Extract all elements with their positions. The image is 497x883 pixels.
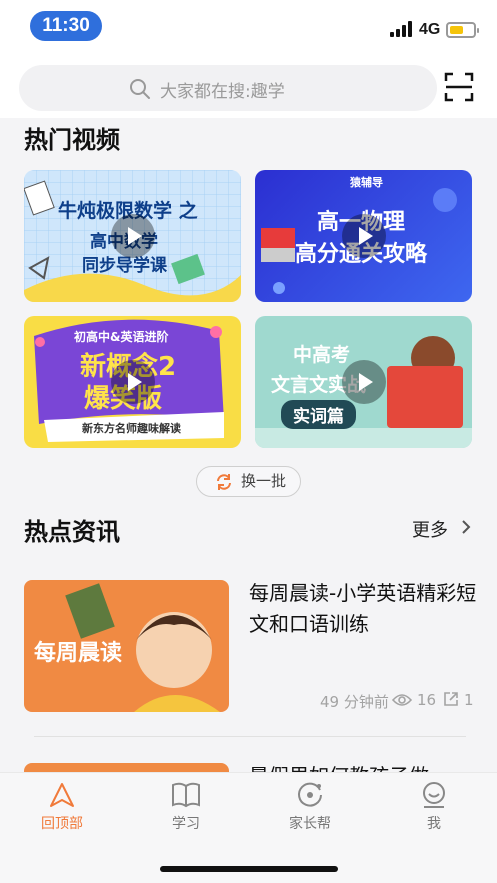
signal-icon xyxy=(390,21,412,37)
book-icon xyxy=(172,782,200,808)
search-header: 大家都在搜:趣学 xyxy=(0,52,497,118)
video-card-math[interactable]: 牛炖极限数学 之 高中数学 同步导学课 xyxy=(24,170,241,302)
network-type: 4G xyxy=(419,21,441,38)
play-icon xyxy=(111,360,155,404)
news-views: 16 xyxy=(417,691,437,709)
refresh-icon xyxy=(217,474,231,490)
share-icon[interactable] xyxy=(443,691,459,707)
divider xyxy=(34,736,466,737)
card-line1: 中高考 xyxy=(293,344,351,366)
tab-label: 回顶部 xyxy=(41,816,83,832)
community-icon xyxy=(298,782,322,807)
tab-label: 家长帮 xyxy=(289,816,331,832)
video-card-english[interactable]: 初高中&英语进阶 新概念2 爆笑版 新东方名师趣味解读 xyxy=(24,316,241,448)
brand-label: 猿辅导 xyxy=(350,176,383,189)
news-shares: 1 xyxy=(464,691,474,709)
tab-label: 学习 xyxy=(172,816,200,832)
clock: 11:30 xyxy=(30,11,102,41)
news-thumbnail[interactable] xyxy=(24,763,229,772)
section-title-hot-videos: 热门视频 xyxy=(24,126,120,154)
tab-parents[interactable]: 家长帮 xyxy=(270,781,350,833)
tag-label: 初高中&英语进阶 xyxy=(74,330,169,344)
profile-icon xyxy=(423,782,445,808)
home-indicator xyxy=(160,866,338,872)
status-bar: 11:30 4G xyxy=(0,0,497,52)
refresh-button[interactable]: 换一批 xyxy=(196,466,301,497)
chevron-right-icon[interactable] xyxy=(460,519,472,535)
news-time: 49 分钟前 xyxy=(320,693,389,711)
card-footer: 新东方名师趣味解读 xyxy=(82,422,181,435)
tab-back-to-top[interactable]: 回顶部 xyxy=(22,781,102,833)
section-title-hot-news: 热点资讯 xyxy=(24,518,120,546)
battery-icon xyxy=(446,22,479,38)
video-card-physics[interactable]: 猿辅导 高一物理 高分通关攻略 xyxy=(255,170,472,302)
search-icon xyxy=(130,79,150,99)
refresh-label: 换一批 xyxy=(241,472,287,490)
news-title[interactable]: 每周晨读-小学英语精彩短文和口语训练 xyxy=(249,578,477,640)
search-placeholder: 大家都在搜:趣学 xyxy=(160,82,285,102)
news-title[interactable]: 暑假里如何教孩子做 xyxy=(249,760,429,772)
tab-label: 我 xyxy=(427,816,441,832)
tab-me[interactable]: 我 xyxy=(394,781,474,833)
more-link[interactable]: 更多 xyxy=(412,516,448,542)
thumbnail-text: 每周晨读 xyxy=(34,641,123,666)
eye-icon xyxy=(392,694,412,706)
tab-study[interactable]: 学习 xyxy=(146,781,226,833)
scan-icon[interactable] xyxy=(444,72,474,102)
navigation-arrow-icon xyxy=(50,783,74,807)
play-icon xyxy=(342,360,386,404)
news-thumbnail[interactable]: 每周晨读 xyxy=(24,580,229,712)
card-line3: 实词篇 xyxy=(281,400,356,429)
play-icon xyxy=(111,214,155,258)
play-icon xyxy=(342,214,386,258)
main-content: 热门视频 牛炖极限数学 之 高中数学 同步导学课 猿辅导 高一物理 高分通关攻略 xyxy=(0,118,497,772)
search-input[interactable]: 大家都在搜:趣学 xyxy=(19,65,437,111)
video-card-chinese[interactable]: 中高考 文言文实战 实词篇 xyxy=(255,316,472,448)
